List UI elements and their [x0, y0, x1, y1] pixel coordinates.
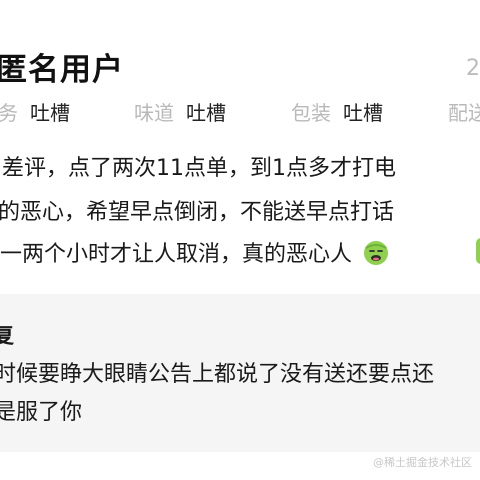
merchant-reply: 复 时候要睁大眼睛公告上都说了没有送还要点还 是服了你: [0, 294, 480, 452]
rating-packaging: 包装 吐槽: [291, 97, 383, 126]
reply-text-line: 时候要睁大眼睛公告上都说了没有送还要点还: [0, 362, 435, 387]
review-text-line: 的恶心，希望早点倒闭，不能送早点打话: [0, 200, 395, 225]
review-screen: 匿名用户 2 务吐槽 味道 吐槽 包装 吐槽 配送 差评，点了两次11点单，到1点多…: [0, 0, 480, 480]
review-date: 2: [466, 56, 480, 81]
rating-taste: 味道 吐槽: [134, 97, 226, 126]
review-text-line-last: 一两个小时才让人取消，真的恶心人: [0, 236, 389, 268]
cropped-emoji-icon: [476, 238, 480, 264]
reply-title: 复: [0, 324, 15, 349]
rating-label: 包装: [291, 101, 331, 125]
review-text-line: 差评，点了两次11点单，到1点多才打电: [2, 156, 396, 181]
rating-row: 务吐槽 味道 吐槽 包装 吐槽 配送: [0, 97, 480, 127]
rating-value: 吐槽: [30, 101, 70, 125]
rating-label: 配送: [448, 101, 480, 125]
rating-delivery: 配送: [448, 97, 480, 126]
watermark: @稀土掘金技术社区: [373, 456, 472, 469]
rating-service: 务吐槽: [0, 97, 70, 126]
rating-value: 吐槽: [343, 101, 383, 125]
rating-label: 味道: [134, 101, 174, 125]
reply-text-line: 是服了你: [0, 400, 83, 425]
nauseated-face-icon: [364, 241, 389, 265]
rating-value: 吐槽: [186, 101, 226, 125]
reviewer-name: 匿名用户: [0, 52, 124, 88]
review-text-line: 一两个小时才让人取消，真的恶心人: [0, 242, 353, 267]
rating-label: 务: [0, 101, 18, 125]
